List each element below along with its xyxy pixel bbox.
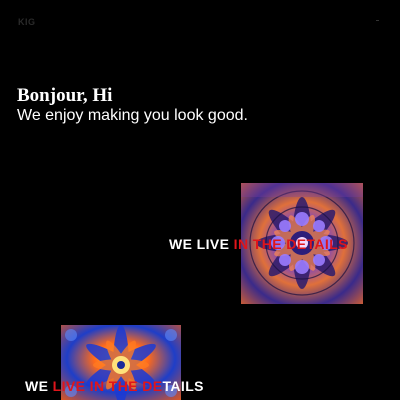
slogan-red-part: IN THE DETAILS: [233, 236, 348, 252]
slogan-text-2: WE LIVE IN THE DETAILS: [25, 378, 204, 394]
slogan-white-part: WE LIVE: [169, 236, 234, 252]
site-logo[interactable]: KIG: [18, 17, 36, 27]
slogan-red-part: LIVE IN THE DE: [52, 378, 163, 394]
slogan-white-end: TAILS: [162, 378, 204, 394]
slogan-white-part: WE: [25, 378, 53, 394]
greeting-heading: Bonjour, Hi: [17, 85, 113, 106]
page: KIG Bonjour, Hi We enjoy making you look…: [0, 0, 400, 400]
slogan-text-1: WE LIVE IN THE DETAILS: [169, 236, 348, 252]
tagline-text: We enjoy making you look good.: [17, 107, 248, 124]
menu-icon[interactable]: [376, 20, 379, 21]
